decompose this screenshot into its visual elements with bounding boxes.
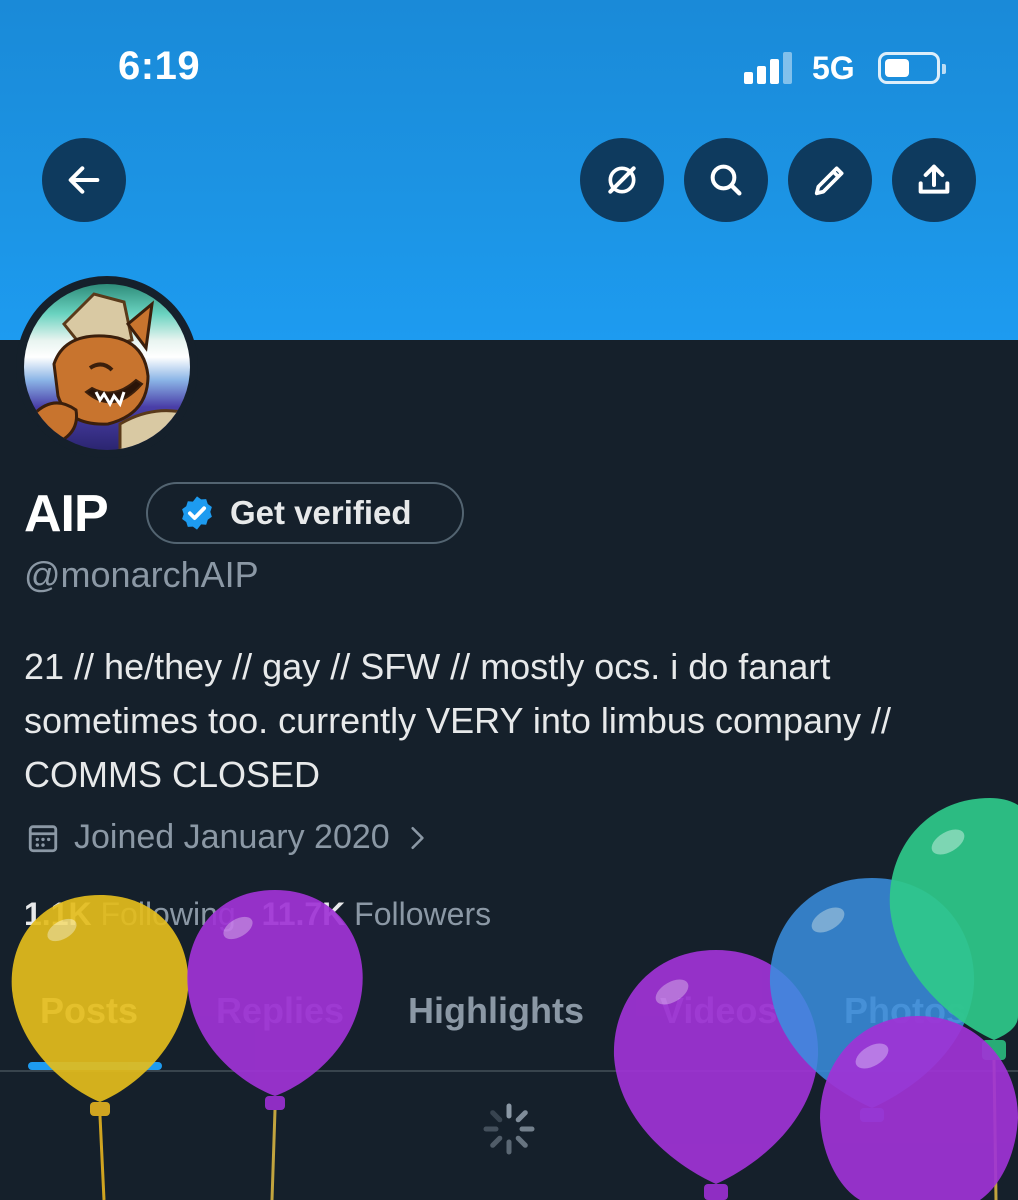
avatar-image [24, 284, 190, 450]
profile-bio: 21 // he/they // gay // SFW // mostly oc… [24, 646, 892, 795]
get-verified-button[interactable]: Get verified [146, 482, 464, 544]
following-label: Following [100, 896, 236, 932]
share-icon [918, 164, 950, 194]
follow-stats: 1.1K Following 11.7K Followers [24, 896, 517, 933]
network-type: 5G [812, 50, 855, 86]
share-button[interactable] [892, 138, 976, 222]
grok-icon [608, 166, 636, 194]
tab-posts[interactable]: Posts [40, 990, 138, 1032]
pencil-icon [814, 166, 844, 196]
joined-date-row[interactable]: Joined January 2020 [26, 818, 430, 857]
back-button[interactable] [42, 138, 126, 222]
tabs-divider [0, 1070, 1018, 1072]
get-verified-label: Get verified [230, 494, 412, 531]
avatar[interactable] [16, 276, 198, 458]
battery-icon [878, 52, 946, 84]
username-handle: @monarchAIP [24, 554, 259, 595]
tab-replies[interactable]: Replies [216, 990, 344, 1032]
cellular-signal-icon [744, 52, 796, 84]
search-icon [710, 164, 742, 196]
loading-spinner-icon [483, 1103, 535, 1155]
following-count: 1.1K [24, 896, 92, 932]
followers-link[interactable]: 11.7K Followers [262, 896, 491, 933]
followers-label: Followers [354, 896, 492, 932]
tab-photos[interactable]: Photos [844, 990, 966, 1032]
verified-badge-icon [182, 496, 212, 530]
tab-highlights[interactable]: Highlights [408, 990, 584, 1032]
tab-videos[interactable]: Videos [660, 990, 777, 1032]
joined-date: Joined January 2020 [74, 818, 390, 856]
active-tab-indicator [28, 1062, 162, 1070]
calendar-icon [28, 824, 58, 852]
arrow-left-icon [68, 166, 100, 194]
balloon-purple [613, 950, 819, 1200]
following-link[interactable]: 1.1K Following [24, 896, 236, 933]
display-name: AIP [24, 485, 109, 543]
profile-tabs: Posts Replies Highlights Videos Photos [0, 990, 1018, 1070]
status-time: 6:19 [118, 44, 201, 88]
search-button[interactable] [684, 138, 768, 222]
grok-button[interactable] [580, 138, 664, 222]
followers-count: 11.7K [261, 896, 346, 932]
chevron-right-icon [411, 826, 424, 849]
edit-button[interactable] [788, 138, 872, 222]
